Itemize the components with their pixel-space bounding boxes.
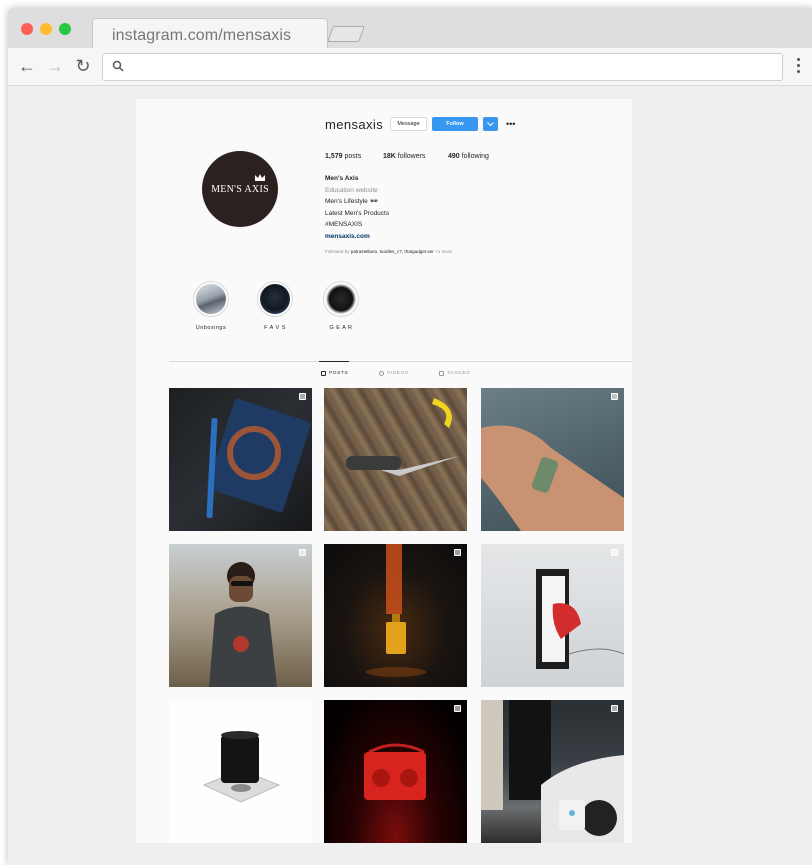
multiple-photos-icon <box>611 705 618 712</box>
bio-line: Men's Lifestyle 🕶 <box>325 198 378 205</box>
bio-line: #MENSAXIS <box>325 221 363 228</box>
crown-icon <box>255 174 265 181</box>
highlight-cover <box>196 284 226 314</box>
posts-count: 1,579 <box>325 153 343 160</box>
followers-stat[interactable]: 18K followers <box>383 153 425 160</box>
story-highlight-unboxings[interactable]: Unboxings <box>191 281 231 331</box>
maximize-window-button[interactable] <box>59 23 71 35</box>
back-arrow-icon[interactable]: ← <box>18 57 36 75</box>
followed-by-prefix: Followed by <box>325 249 350 254</box>
highlight-ring <box>323 281 359 317</box>
post-black-speaker-cube[interactable] <box>169 700 312 843</box>
post-red-radio-speaker[interactable] <box>324 700 467 843</box>
post-image <box>481 700 624 843</box>
new-tab-button[interactable] <box>327 26 365 42</box>
search-icon <box>112 60 124 72</box>
multiple-photos-icon <box>611 549 618 556</box>
post-image <box>202 731 281 803</box>
highlight-cover <box>326 284 356 314</box>
more-options-icon[interactable]: ••• <box>506 117 515 131</box>
forward-arrow-icon[interactable]: → <box>46 57 64 75</box>
multiple-photos-icon <box>299 393 306 400</box>
tab-label: TAGGED <box>447 371 471 376</box>
followed-by-more: +1 more <box>435 249 453 254</box>
chevron-down-icon <box>487 122 494 126</box>
posts-stat: 1,579 posts <box>325 153 361 160</box>
story-highlight-gear[interactable]: G E A R <box>321 281 361 331</box>
minimize-window-button[interactable] <box>40 23 52 35</box>
profile-avatar[interactable]: MEN'S AXIS <box>202 151 278 227</box>
post-image <box>481 425 624 531</box>
bio-name: Men's Axis <box>325 175 359 182</box>
post-levitating-sneaker[interactable] <box>481 544 624 687</box>
close-window-button[interactable] <box>21 23 33 35</box>
post-image <box>366 544 426 677</box>
bio-category: Education website <box>325 186 378 194</box>
profile-username: mensaxis <box>325 117 384 132</box>
following-count: 490 <box>448 153 460 160</box>
followers-label: followers <box>397 153 426 160</box>
post-image <box>536 569 624 669</box>
post-image <box>206 398 311 518</box>
highlight-ring <box>257 281 293 317</box>
multiple-photos-icon <box>454 549 461 556</box>
multiple-photos-icon <box>454 705 461 712</box>
highlight-label: Unboxings <box>195 325 227 331</box>
post-image <box>344 398 459 476</box>
address-bar[interactable] <box>102 53 783 81</box>
multiple-photos-icon <box>611 393 618 400</box>
followers-count: 18K <box>383 153 396 160</box>
tab-label: VIDEOS <box>387 371 409 376</box>
tab-label: POSTS <box>329 371 349 376</box>
post-knife-on-wood[interactable] <box>324 388 467 531</box>
highlight-ring <box>193 281 229 317</box>
highlight-cover <box>260 284 290 314</box>
browser-toolbar: ← → ↻ <box>8 48 812 86</box>
message-button[interactable]: Message <box>390 117 427 131</box>
followed-by-text[interactable]: Followed by patrastellano, toodles_c7, t… <box>325 249 452 254</box>
tag-icon <box>439 371 444 376</box>
highlight-label: G E A R <box>329 325 353 331</box>
post-electric-car-charger[interactable] <box>481 700 624 843</box>
post-man-with-sunglasses[interactable] <box>169 544 312 687</box>
story-highlight-favs[interactable]: F A V S <box>255 281 295 331</box>
follow-dropdown-button[interactable] <box>483 117 498 131</box>
followed-by-names: patrastellano, toodles_c7, thatgadget.se… <box>350 249 434 254</box>
instagram-profile-page: MEN'S AXIS mensaxis Message Follow ••• 1… <box>136 99 632 843</box>
video-icon <box>379 371 384 376</box>
title-bar: instagram.com/mensaxis <box>8 8 812 48</box>
post-wrist-wearable[interactable] <box>481 388 624 531</box>
following-stat[interactable]: 490 following <box>448 153 489 160</box>
post-notebook-and-pen[interactable] <box>169 388 312 531</box>
tab-tagged[interactable]: TAGGED <box>439 371 471 376</box>
active-tab-indicator <box>319 361 349 362</box>
following-label: following <box>461 153 489 160</box>
avatar-logo-text: MEN'S AXIS <box>211 184 269 195</box>
profile-tabs-divider <box>169 361 632 362</box>
browser-tab-title: instagram.com/mensaxis <box>112 27 292 44</box>
post-image <box>364 743 426 800</box>
posts-label: posts <box>344 153 362 160</box>
post-image <box>209 562 277 687</box>
tab-videos[interactable]: VIDEOS <box>379 371 409 376</box>
highlight-label: F A V S <box>264 325 286 331</box>
profile-bio: Men's Axis Education website Men's Lifes… <box>325 173 389 242</box>
multiple-photos-icon <box>299 549 306 556</box>
browser-menu-icon[interactable] <box>797 58 801 74</box>
browser-window: instagram.com/mensaxis ← → ↻ MEN'S AXIS … <box>8 8 812 865</box>
post-fragrance-bottle[interactable] <box>324 544 467 687</box>
bio-line: Latest Men's Products <box>325 209 390 217</box>
reload-icon[interactable]: ↻ <box>74 57 92 75</box>
grid-icon <box>321 371 326 376</box>
follow-button[interactable]: Follow <box>432 117 478 131</box>
tab-posts[interactable]: POSTS <box>321 371 348 376</box>
bio-website-link[interactable]: mensaxis.com <box>325 231 389 243</box>
